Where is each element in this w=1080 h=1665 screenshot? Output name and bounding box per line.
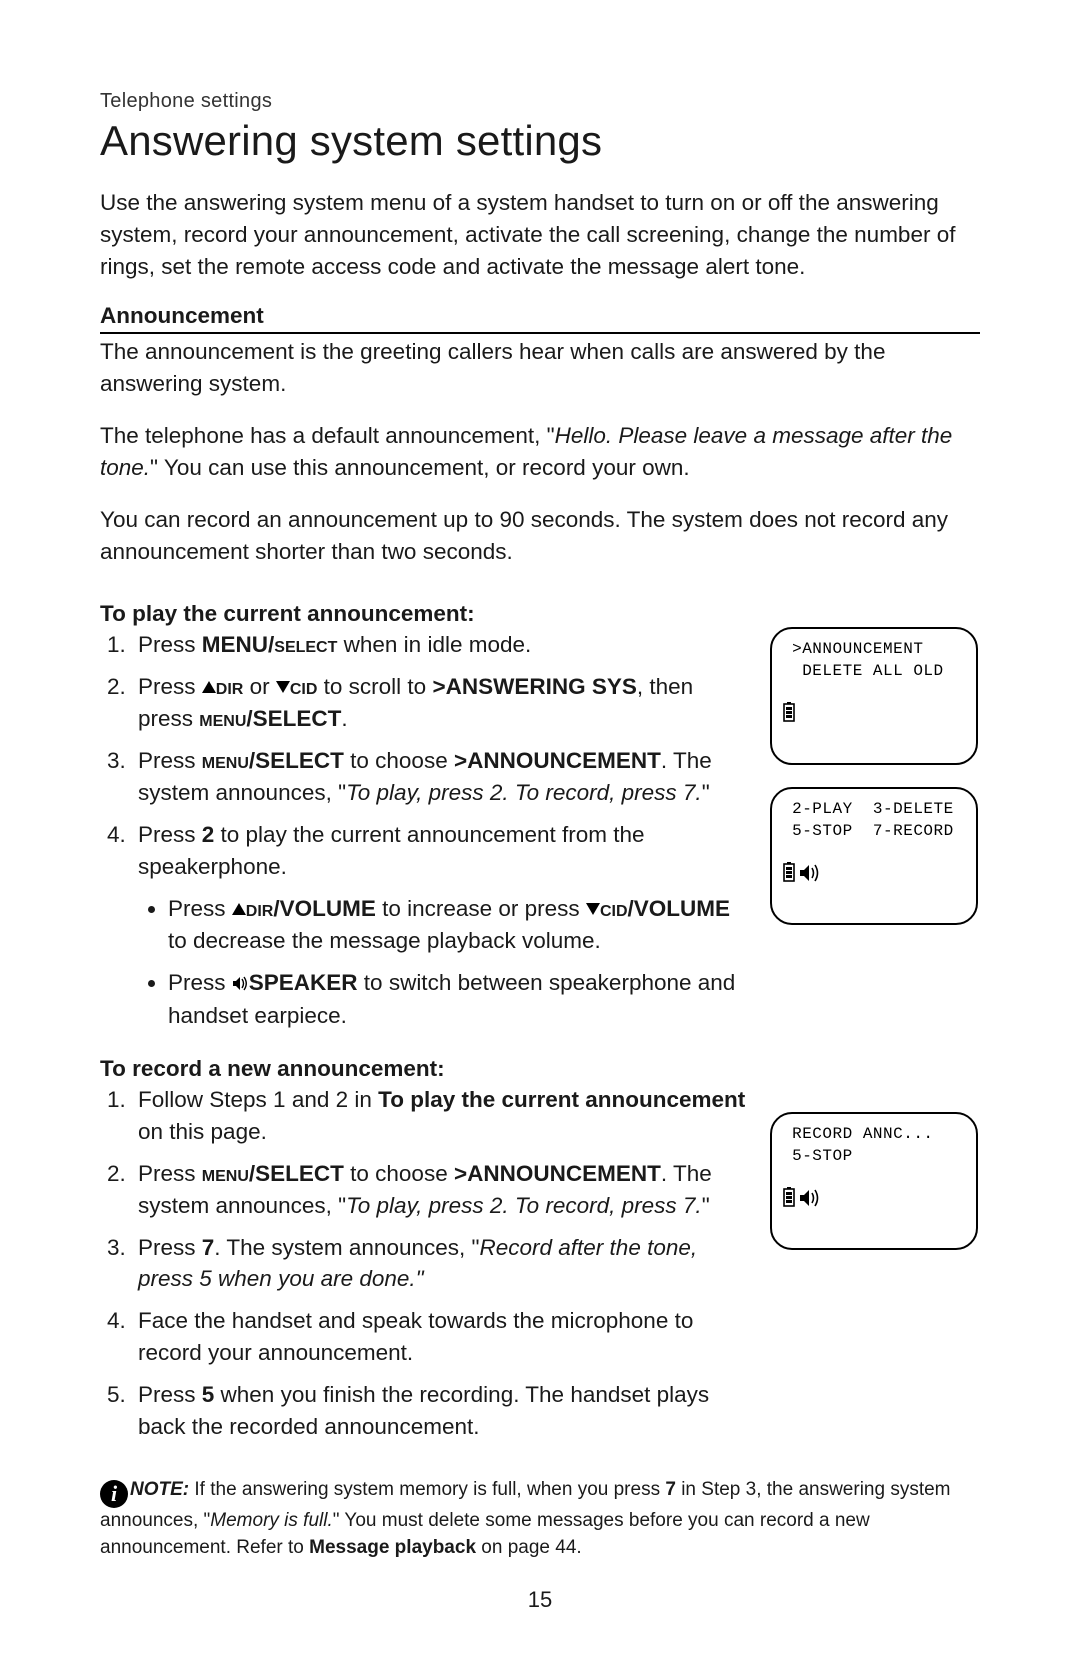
- text: to choose: [344, 1161, 454, 1186]
- announcement-desc-2: The telephone has a default announcement…: [100, 420, 980, 484]
- text: The telephone has a default announcement…: [100, 423, 555, 448]
- list-item: Press dir/VOLUME to increase or press ci…: [168, 893, 746, 957]
- handset-screen-record: RECORD ANNC... 5-STOP: [770, 1112, 978, 1250]
- key-label: cid/VOLUME: [600, 896, 730, 921]
- key-label: menu/SELECT: [199, 706, 341, 731]
- text: .: [341, 706, 347, 731]
- handset-screen-play-options: 2-PLAY 3-DELETE 5-STOP 7-RECORD: [770, 787, 978, 925]
- note-block: iNOTE: If the answering system memory is…: [100, 1477, 980, 1562]
- speaker-icon: [799, 864, 821, 887]
- menu-target: >ANNOUNCEMENT: [454, 1161, 661, 1186]
- xref: To play the current announcement: [378, 1087, 745, 1112]
- text: or: [243, 674, 276, 699]
- system-prompt: To play, press 2. To record, press 7.: [346, 1193, 702, 1218]
- record-steps-list: Follow Steps 1 and 2 in To play the curr…: [100, 1084, 746, 1443]
- text: to choose: [344, 748, 454, 773]
- play-steps-list: Press MENU/select when in idle mode. Pre…: [100, 629, 746, 1031]
- section-announcement-heading: Announcement: [100, 303, 980, 334]
- key-label: cid: [290, 674, 318, 699]
- text: Press: [138, 748, 202, 773]
- system-prompt: Memory is full.: [210, 1510, 332, 1531]
- lcd-line: 2-PLAY 3-DELETE: [782, 799, 966, 819]
- key-label: dir/VOLUME: [246, 896, 376, 921]
- lcd-line: 5-STOP 7-RECORD: [782, 821, 966, 841]
- key-label: 7: [202, 1235, 215, 1260]
- list-item: Follow Steps 1 and 2 in To play the curr…: [132, 1084, 746, 1148]
- lcd-line: DELETE ALL OLD: [782, 661, 966, 681]
- text: Follow Steps 1 and 2 in: [138, 1087, 378, 1112]
- text: to increase or press: [376, 896, 586, 921]
- breadcrumb: Telephone settings: [100, 90, 980, 113]
- text: If the answering system memory is full, …: [189, 1479, 665, 1500]
- page-number: 15: [0, 1587, 1080, 1613]
- battery-icon: [782, 862, 796, 887]
- speaker-icon: [232, 968, 249, 1000]
- note-label: NOTE:: [130, 1479, 189, 1500]
- key-label: menu/SELECT: [202, 1161, 344, 1186]
- announcement-desc-1: The announcement is the greeting callers…: [100, 336, 980, 400]
- text: Press: [138, 1235, 202, 1260]
- text: Press: [138, 632, 202, 657]
- key-label: MENU/select: [202, 632, 338, 657]
- text: to play the current announcement from th…: [138, 822, 645, 879]
- triangle-down-icon: [276, 681, 290, 693]
- text: when you finish the recording. The hands…: [138, 1382, 709, 1439]
- text: Press: [138, 1382, 202, 1407]
- menu-target: >ANNOUNCEMENT: [454, 748, 661, 773]
- text: when in idle mode.: [337, 632, 531, 657]
- handset-screen-announcement: >ANNOUNCEMENT DELETE ALL OLD: [770, 627, 978, 765]
- list-item: Press MENU/select when in idle mode.: [132, 629, 746, 661]
- key-label: 2: [202, 822, 215, 847]
- key-label: SPEAKER: [249, 970, 358, 995]
- key-label: 5: [202, 1382, 215, 1407]
- battery-icon: [782, 1187, 796, 1212]
- system-prompt: To play, press 2. To record, press 7.: [346, 780, 702, 805]
- menu-target: >ANSWERING SYS: [432, 674, 636, 699]
- triangle-up-icon: [202, 681, 216, 693]
- text: . The system announces, ": [214, 1235, 479, 1260]
- xref: Message playback: [309, 1537, 476, 1558]
- list-item: Press menu/SELECT to choose >ANNOUNCEMEN…: [132, 745, 746, 809]
- page-title: Answering system settings: [100, 117, 980, 165]
- list-item: Face the handset and speak towards the m…: [132, 1305, 746, 1369]
- lcd-line: RECORD ANNC...: [782, 1124, 966, 1144]
- triangle-down-icon: [586, 903, 600, 915]
- key-label: 7: [665, 1479, 676, 1500]
- battery-icon: [782, 702, 796, 727]
- intro-paragraph: Use the answering system menu of a syste…: [100, 187, 980, 283]
- text: Press: [138, 1161, 202, 1186]
- announcement-desc-3: You can record an announcement up to 90 …: [100, 504, 980, 568]
- text: to decrease the message playback volume.: [168, 928, 601, 953]
- list-item: Press dir or cid to scroll to >ANSWERING…: [132, 671, 746, 735]
- text: to scroll to: [317, 674, 432, 699]
- record-heading: To record a new announcement:: [100, 1056, 746, 1082]
- text: on page 44.: [476, 1537, 582, 1558]
- play-sub-list: Press dir/VOLUME to increase or press ci…: [138, 893, 746, 1032]
- list-item: Press 7. The system announces, "Record a…: [132, 1232, 746, 1296]
- text: " You can use this announcement, or reco…: [150, 455, 690, 480]
- list-item: Press 2 to play the current announcement…: [132, 819, 746, 1032]
- lcd-line: 5-STOP: [782, 1146, 966, 1166]
- text: Press: [168, 896, 232, 921]
- list-item: Press menu/SELECT to choose >ANNOUNCEMEN…: [132, 1158, 746, 1222]
- lcd-line: >ANNOUNCEMENT: [782, 639, 966, 659]
- text: on this page.: [138, 1119, 267, 1144]
- manual-page: Telephone settings Answering system sett…: [0, 0, 1080, 1665]
- text: Press: [138, 674, 202, 699]
- info-icon: i: [100, 1480, 128, 1508]
- list-item: Press 5 when you finish the recording. T…: [132, 1379, 746, 1443]
- speaker-icon: [799, 1189, 821, 1212]
- text: ": [702, 780, 710, 805]
- play-heading: To play the current announcement:: [100, 601, 746, 627]
- key-label: menu/SELECT: [202, 748, 344, 773]
- list-item: Press SPEAKER to switch between speakerp…: [168, 967, 746, 1032]
- text: Press: [168, 970, 232, 995]
- triangle-up-icon: [232, 903, 246, 915]
- text: Press: [138, 822, 202, 847]
- text: ": [702, 1193, 710, 1218]
- key-label: dir: [216, 674, 244, 699]
